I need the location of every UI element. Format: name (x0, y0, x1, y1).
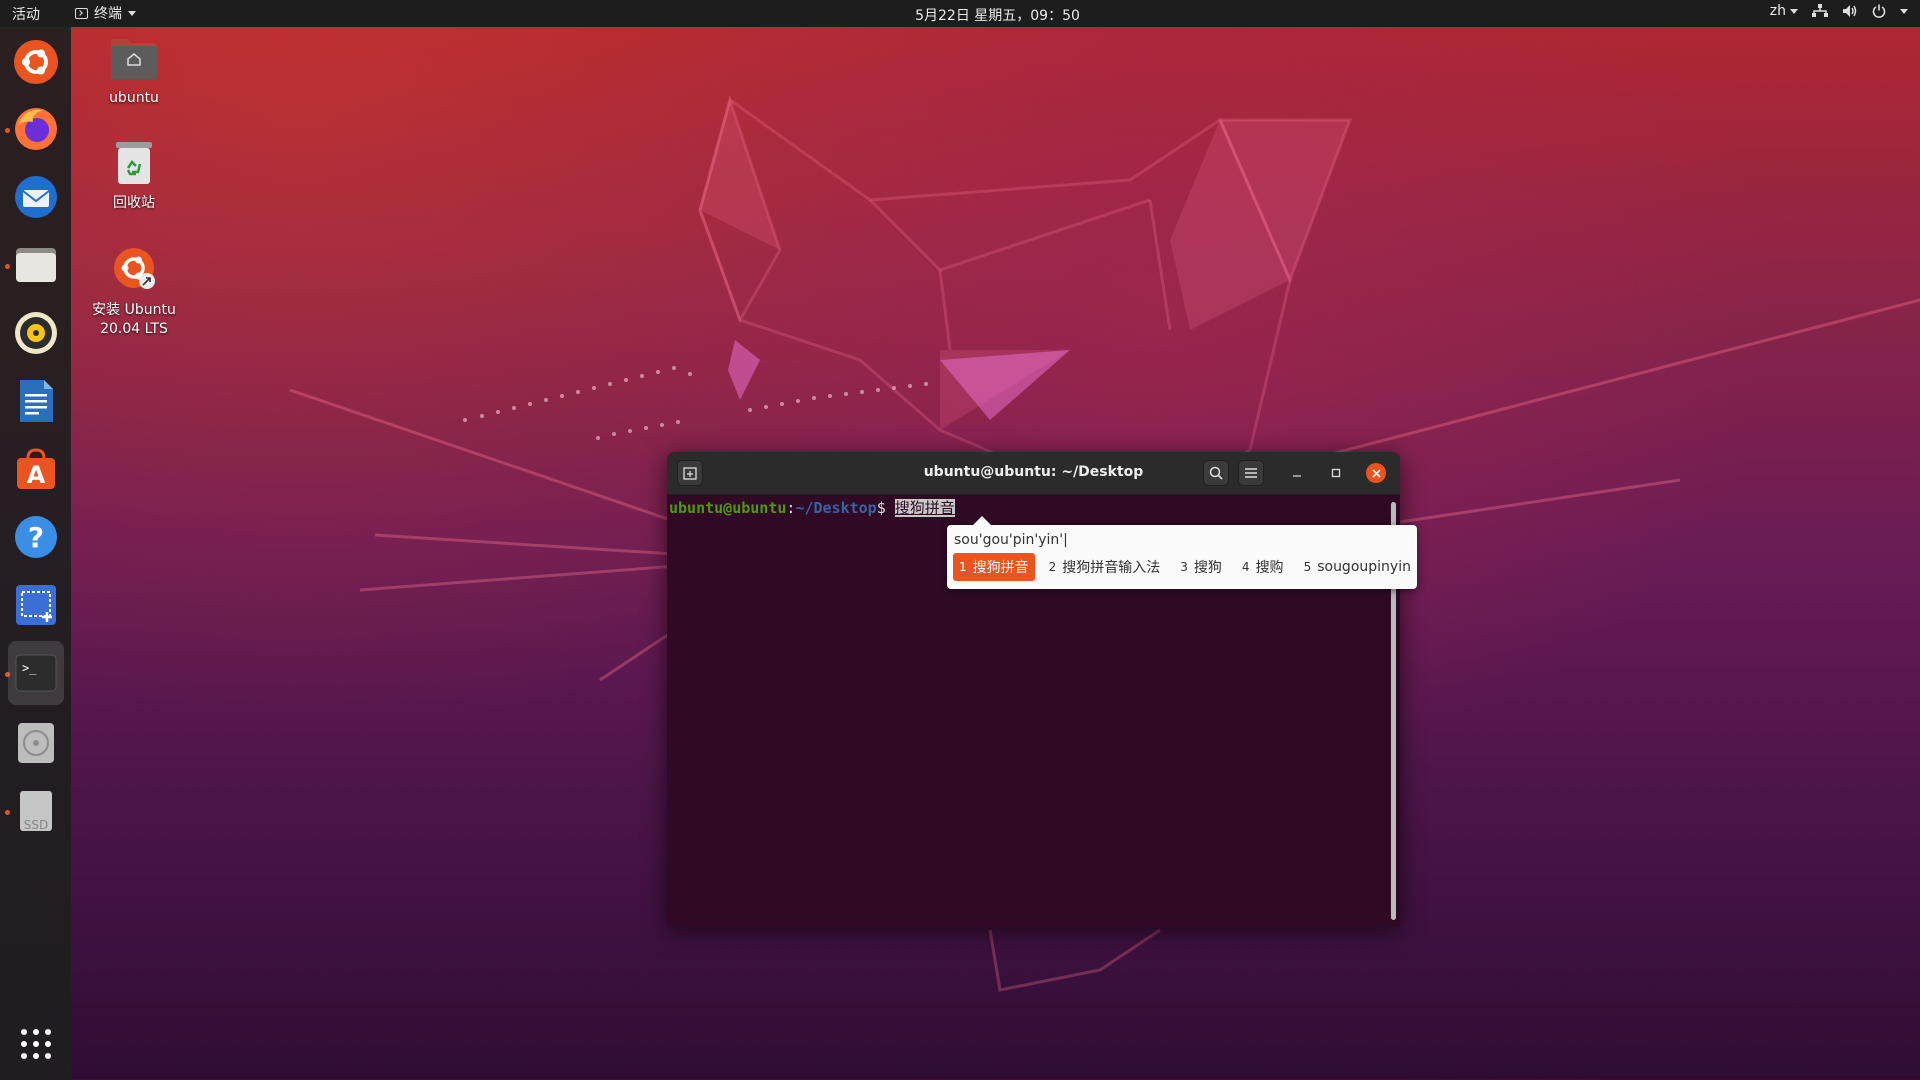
ubuntu-logo-icon (14, 40, 58, 84)
close-button[interactable] (1366, 463, 1386, 483)
chevron-down-icon[interactable] (1900, 8, 1908, 14)
svg-text:A: A (27, 461, 46, 489)
dock-item-help[interactable]: ? (8, 509, 64, 565)
minimize-icon (1293, 475, 1301, 477)
ubuntu-installer-icon (114, 248, 155, 289)
search-icon (1209, 466, 1223, 480)
ime-candidate[interactable]: 3 搜狗 (1174, 553, 1228, 581)
show-applications-button[interactable] (8, 1016, 64, 1072)
writer-icon (20, 380, 53, 422)
dock-item-terminal[interactable]: >_ (8, 641, 64, 705)
close-icon (1371, 468, 1381, 478)
clock[interactable]: 5月22日 星期五，09：50 (0, 5, 1920, 25)
desktop-icon-label: 安装 Ubuntu 20.04 LTS (79, 301, 189, 339)
maximize-icon (1331, 468, 1341, 478)
desktop-icon-label-line2: 20.04 LTS (100, 321, 168, 337)
search-button[interactable] (1203, 460, 1229, 486)
disc-icon (18, 723, 54, 763)
candidate-text: 搜购 (1255, 560, 1284, 576)
ime-candidate[interactable]: 5 sougoupinyin (1298, 555, 1417, 579)
ime-candidate[interactable]: 2 搜狗拼音输入法 (1043, 553, 1167, 581)
top-bar: 活动 终端 5月22日 星期五，09：50 zh (0, 0, 1920, 27)
candidate-number: 5 (1303, 560, 1312, 574)
candidate-text: sougoupinyin (1317, 559, 1411, 575)
files-icon (16, 248, 56, 282)
ime-candidate-popup: sou'gou'pin'yin'| 1 搜狗拼音 2 搜狗拼音输入法 3 搜狗 … (947, 516, 1417, 589)
rhythmbox-icon (15, 312, 57, 354)
prompt-user: ubuntu@ubuntu (669, 499, 787, 517)
popup-pointer (973, 516, 991, 525)
thunderbird-icon (15, 176, 57, 218)
preedit-text: 搜狗拼音 (894, 499, 955, 517)
dock-item-screenshot[interactable] (8, 577, 64, 633)
svg-text:?: ? (28, 521, 44, 554)
dock-item-ubuntu-installer[interactable] (8, 34, 64, 90)
desktop-icon-label-line1: 安装 Ubuntu (92, 302, 176, 318)
maximize-button[interactable] (1323, 460, 1349, 486)
chevron-down-icon (1790, 8, 1798, 14)
dock-item-rhythmbox[interactable] (8, 305, 64, 361)
terminal-header-bar[interactable]: ubuntu@ubuntu: ~/Desktop (667, 452, 1400, 495)
desktop-icon-trash[interactable]: 回收站 (79, 140, 189, 213)
menu-button[interactable] (1238, 460, 1264, 486)
dock-item-ssd[interactable]: SSD (8, 783, 64, 839)
prompt-path: ~/Desktop (795, 499, 877, 517)
desktop-icon-label: ubuntu (109, 90, 159, 106)
prompt-line: ubuntu@ubuntu:~/Desktop$ 搜狗拼音 (669, 497, 955, 518)
desktop-icon-home[interactable]: ubuntu (79, 37, 189, 108)
volume-icon[interactable] (1842, 4, 1858, 18)
ime-pinyin-input: sou'gou'pin'yin'| (954, 532, 1068, 548)
ime-candidate-list: 1 搜狗拼音 2 搜狗拼音输入法 3 搜狗 4 搜购 5 sougoupinyi… (953, 553, 1417, 581)
candidate-text: 搜狗拼音 (972, 560, 1029, 576)
drive-label: SSD (23, 818, 49, 832)
input-method-label: zh (1769, 3, 1786, 19)
dock-item-software[interactable]: A (8, 441, 64, 497)
candidate-text: 搜狗 (1193, 560, 1222, 576)
home-folder-icon (111, 39, 157, 79)
ime-candidate[interactable]: 4 搜购 (1236, 553, 1290, 581)
candidate-number: 4 (1241, 560, 1250, 574)
app-grid-icon (21, 1029, 51, 1059)
terminal-icon: >_ (15, 654, 57, 692)
firefox-icon (15, 108, 57, 150)
desktop-icon-label: 回收站 (113, 195, 155, 211)
dock-item-files[interactable] (8, 237, 64, 293)
desktop-icon-install-ubuntu[interactable]: 安装 Ubuntu 20.04 LTS (79, 243, 189, 339)
power-icon[interactable] (1872, 4, 1886, 18)
dock-item-thunderbird[interactable] (8, 169, 64, 225)
dock-item-firefox[interactable] (8, 101, 64, 157)
dock-item-writer[interactable] (8, 373, 64, 429)
screenshot-icon (16, 585, 56, 625)
prompt-symbol: $ (876, 499, 886, 517)
dock: A ? >_ SSD (0, 27, 71, 1080)
terminal-window[interactable]: ubuntu@ubuntu: ~/Desktop ubuntu@ubuntu:~… (667, 452, 1400, 927)
svg-text:>_: >_ (22, 661, 37, 675)
minimize-button[interactable] (1284, 460, 1310, 486)
candidate-text: 搜狗拼音输入法 (1062, 560, 1161, 576)
input-method-indicator[interactable]: zh (1770, 3, 1798, 19)
system-tray[interactable]: zh (1770, 3, 1908, 19)
dock-item-optical-drive[interactable] (8, 715, 64, 771)
trash-icon (116, 142, 152, 184)
help-icon: ? (15, 516, 57, 558)
software-center-icon: A (17, 448, 55, 489)
hamburger-menu-icon (1245, 468, 1257, 478)
ime-candidate[interactable]: 1 搜狗拼音 (953, 553, 1035, 581)
candidate-number: 3 (1180, 560, 1188, 574)
candidate-number: 1 (959, 560, 967, 574)
candidate-number: 2 (1048, 560, 1057, 574)
network-icon[interactable] (1812, 4, 1828, 18)
